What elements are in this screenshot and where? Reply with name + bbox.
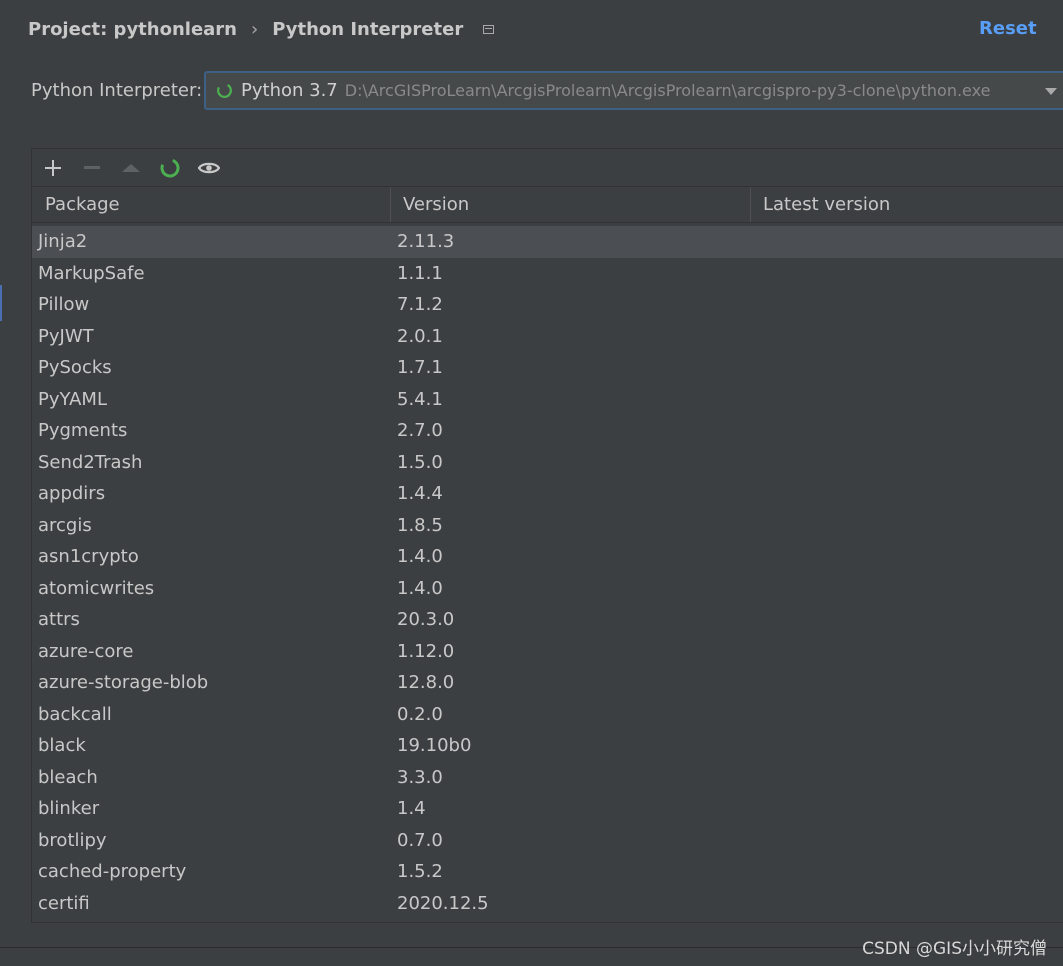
package-name-cell: Pillow bbox=[38, 294, 90, 315]
version-cell: 1.12.0 bbox=[397, 640, 455, 662]
table-row[interactable]: Jinja2 2.11.3 bbox=[32, 226, 1063, 258]
packages-toolbar bbox=[32, 149, 1063, 186]
package-name-cell: blinker bbox=[38, 798, 100, 819]
package-name-cell: backcall bbox=[38, 703, 112, 725]
table-row[interactable]: blinker 1.4 bbox=[32, 793, 1063, 825]
table-row[interactable]: PyYAML 5.4.1 bbox=[32, 384, 1063, 416]
refresh-button[interactable] bbox=[150, 149, 189, 186]
eye-icon bbox=[197, 162, 220, 173]
package-name-cell: brotlipy bbox=[38, 829, 107, 851]
version-cell: 1.5.0 bbox=[397, 451, 443, 473]
version-cell: 2.0.1 bbox=[397, 325, 443, 347]
version-cell: 1.4.4 bbox=[397, 483, 443, 504]
breadcrumb-current: Python Interpreter bbox=[272, 18, 464, 40]
version-cell: 1.8.5 bbox=[397, 514, 443, 536]
left-edge-marker bbox=[0, 285, 2, 321]
version-cell: 2.7.0 bbox=[397, 420, 443, 441]
version-cell: 2.11.3 bbox=[397, 231, 455, 252]
packages-table-body: Jinja2 2.11.3 MarkupSafe 1.1.1 Pillow 7.1.2 Py… bbox=[32, 226, 1063, 919]
refresh-icon bbox=[160, 158, 179, 177]
package-name-cell: attrs bbox=[38, 609, 80, 630]
plus-icon bbox=[44, 159, 61, 176]
table-row[interactable]: Pygments 2.7.0 bbox=[32, 415, 1063, 447]
version-cell: 7.1.2 bbox=[397, 294, 443, 315]
interpreter-name: Python 3.7 bbox=[241, 80, 338, 101]
version-cell: 1.1.1 bbox=[397, 262, 443, 284]
version-cell: 1.4.0 bbox=[397, 577, 443, 599]
package-name-cell: PySocks bbox=[38, 357, 112, 378]
table-row[interactable]: attrs 20.3.0 bbox=[32, 604, 1063, 636]
package-name-cell: certifi bbox=[38, 892, 90, 914]
packages-panel: Package Version Latest version Jinja2 2.1… bbox=[31, 148, 1063, 923]
package-name-cell: azure-storage-blob bbox=[38, 672, 209, 693]
table-row[interactable]: black 19.10b0 bbox=[32, 730, 1063, 762]
package-name-cell: PyYAML bbox=[38, 388, 107, 410]
table-row[interactable]: appdirs 1.4.4 bbox=[32, 478, 1063, 510]
package-name-cell: azure-core bbox=[38, 640, 134, 662]
chevron-down-icon[interactable] bbox=[1045, 88, 1057, 95]
minus-icon bbox=[83, 166, 100, 169]
table-row[interactable]: backcall 0.2.0 bbox=[32, 699, 1063, 731]
install-package-button[interactable] bbox=[33, 149, 72, 186]
interpreter-label: Python Interpreter: bbox=[31, 80, 203, 101]
table-row[interactable]: atomicwrites 1.4.0 bbox=[32, 573, 1063, 605]
package-name-cell: bleach bbox=[38, 766, 98, 788]
package-name-cell: Send2Trash bbox=[38, 451, 143, 473]
breadcrumb-project: Project: pythonlearn bbox=[28, 18, 237, 40]
version-cell: 19.10b0 bbox=[397, 735, 472, 756]
settings-page: Project: pythonlearn › Python Interprete… bbox=[0, 0, 1063, 966]
table-row[interactable]: arcgis 1.8.5 bbox=[32, 510, 1063, 542]
version-cell: 20.3.0 bbox=[397, 609, 455, 630]
window-layout-icon[interactable] bbox=[483, 24, 495, 34]
table-row[interactable]: PyJWT 2.0.1 bbox=[32, 321, 1063, 353]
version-cell: 0.2.0 bbox=[397, 703, 443, 725]
table-row[interactable]: certifi 2020.12.5 bbox=[32, 888, 1063, 920]
table-row[interactable]: Pillow 7.1.2 bbox=[32, 289, 1063, 321]
show-early-releases-button[interactable] bbox=[189, 149, 228, 186]
reset-button[interactable]: Reset bbox=[979, 16, 1037, 42]
column-header-package[interactable]: Package bbox=[32, 187, 391, 222]
package-name-cell: appdirs bbox=[38, 483, 106, 504]
column-header-latest-version[interactable]: Latest version bbox=[751, 187, 1063, 222]
table-row[interactable]: cached-property 1.5.2 bbox=[32, 856, 1063, 888]
upgrade-package-button[interactable] bbox=[111, 149, 150, 186]
version-cell: 0.7.0 bbox=[397, 829, 443, 851]
package-name-cell: cached-property bbox=[38, 861, 187, 882]
version-cell: 1.7.1 bbox=[397, 357, 443, 378]
package-name-cell: Jinja2 bbox=[38, 231, 88, 252]
version-cell: 1.4 bbox=[397, 798, 426, 819]
version-cell: 12.8.0 bbox=[397, 672, 455, 693]
table-row[interactable]: bleach 3.3.0 bbox=[32, 762, 1063, 794]
python-interpreter-icon bbox=[217, 83, 232, 98]
watermark: CSDN @GIS小小研究僧 bbox=[862, 939, 1047, 959]
version-cell: 1.5.2 bbox=[397, 861, 443, 882]
version-cell: 5.4.1 bbox=[397, 388, 443, 410]
version-cell: 3.3.0 bbox=[397, 766, 443, 788]
package-name-cell: black bbox=[38, 735, 86, 756]
table-row[interactable]: PySocks 1.7.1 bbox=[32, 352, 1063, 384]
table-header: Package Version Latest version bbox=[32, 186, 1063, 223]
package-name-cell: Pygments bbox=[38, 420, 128, 441]
column-header-version[interactable]: Version bbox=[391, 187, 751, 222]
breadcrumb: Project: pythonlearn › Python Interprete… bbox=[28, 16, 495, 42]
table-row[interactable]: asn1crypto 1.4.0 bbox=[32, 541, 1063, 573]
interpreter-select[interactable]: Python 3.7 D:\ArcGISProLearn\ArcgisProle… bbox=[204, 71, 1063, 110]
interpreter-path: D:\ArcGISProLearn\ArcgisProlearn\ArcgisP… bbox=[344, 81, 991, 100]
uninstall-package-button[interactable] bbox=[72, 149, 111, 186]
table-row[interactable]: brotlipy 0.7.0 bbox=[32, 825, 1063, 857]
table-row[interactable]: azure-core 1.12.0 bbox=[32, 636, 1063, 668]
breadcrumb-separator: › bbox=[251, 18, 259, 40]
version-cell: 2020.12.5 bbox=[397, 892, 489, 914]
table-row[interactable]: azure-storage-blob 12.8.0 bbox=[32, 667, 1063, 699]
package-name-cell: PyJWT bbox=[38, 325, 94, 347]
package-name-cell: asn1crypto bbox=[38, 546, 139, 567]
package-name-cell: MarkupSafe bbox=[38, 262, 145, 284]
version-cell: 1.4.0 bbox=[397, 546, 443, 567]
table-row[interactable]: MarkupSafe 1.1.1 bbox=[32, 258, 1063, 290]
package-name-cell: atomicwrites bbox=[38, 577, 155, 599]
package-name-cell: arcgis bbox=[38, 514, 92, 536]
table-row[interactable]: Send2Trash 1.5.0 bbox=[32, 447, 1063, 479]
up-icon bbox=[121, 163, 140, 172]
